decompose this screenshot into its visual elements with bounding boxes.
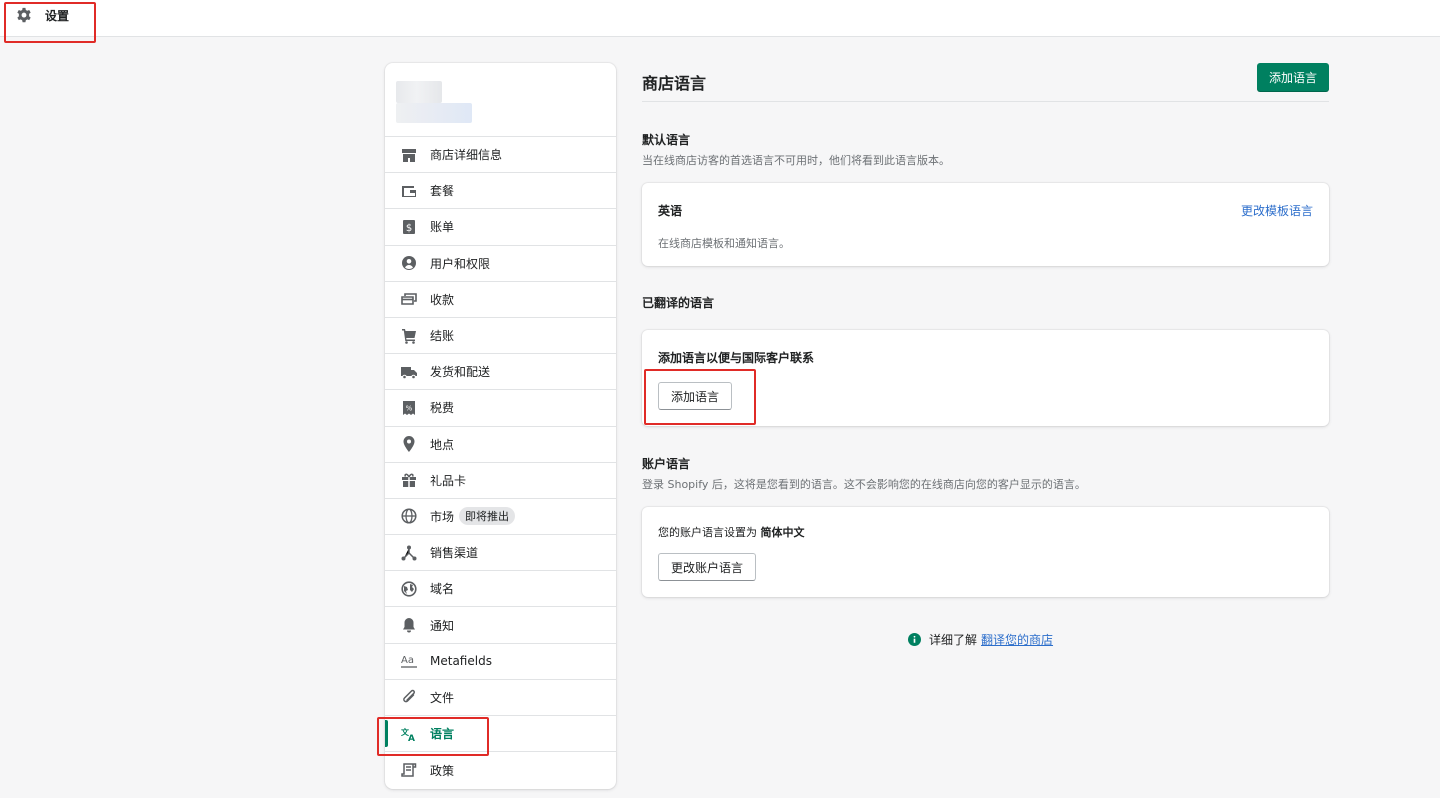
channels-icon	[401, 545, 417, 561]
metafields-icon: Aa	[401, 653, 417, 669]
sidebar-item-label: 账单	[430, 220, 455, 235]
plan-icon	[401, 183, 417, 199]
sidebar-item-files[interactable]: 文件	[385, 680, 616, 716]
sidebar-item-notifications[interactable]: 通知	[385, 607, 616, 644]
change-theme-language-link[interactable]: 更改模板语言	[1241, 202, 1313, 219]
sidebar-item-locations[interactable]: 地点	[385, 427, 616, 463]
account-language-title: 账户语言	[642, 457, 691, 471]
sidebar-item-label: 商店详细信息	[430, 148, 503, 163]
info-icon	[908, 633, 921, 646]
billing-icon: $	[401, 219, 417, 235]
sidebar-item-label: 通知	[430, 618, 455, 633]
add-language-prompt: 添加语言以便与国际客户联系	[658, 351, 815, 365]
default-language-title: 默认语言	[642, 133, 691, 147]
settings-sidebar: 商店详细信息 套餐 $ 账单 用户和权限 收款 结账 发货和配送 % 税费 地点…	[385, 63, 616, 789]
location-icon	[401, 436, 417, 453]
add-language-button[interactable]: 添加语言	[658, 382, 733, 410]
cart-icon	[401, 328, 417, 344]
translated-languages-card: 添加语言以便与国际客户联系 添加语言	[642, 330, 1329, 426]
svg-text:Aa: Aa	[401, 655, 414, 666]
store-name-blurred	[396, 103, 472, 123]
sidebar-item-store-details[interactable]: 商店详细信息	[385, 137, 616, 174]
store-logo-blurred	[396, 81, 442, 103]
domain-icon	[401, 581, 417, 597]
tax-icon: %	[401, 400, 417, 416]
sidebar-item-label: 收款	[430, 292, 455, 307]
sidebar-item-shipping[interactable]: 发货和配送	[385, 354, 616, 391]
account-language-value: 简体中文	[760, 526, 805, 539]
top-bar: 设置	[0, 0, 1440, 37]
sidebar-item-label: 结账	[430, 329, 455, 344]
sidebar-item-sales-channels[interactable]: 销售渠道	[385, 535, 616, 572]
sidebar-item-label: 域名	[430, 582, 455, 597]
sidebar-item-plan[interactable]: 套餐	[385, 173, 616, 210]
svg-text:%: %	[406, 404, 413, 412]
globe-icon	[401, 508, 417, 525]
sidebar-item-billing[interactable]: $ 账单	[385, 209, 616, 246]
sidebar-item-checkout[interactable]: 结账	[385, 318, 616, 355]
translate-icon: 文A	[401, 726, 417, 742]
sidebar-item-domains[interactable]: 域名	[385, 571, 616, 608]
sidebar-item-markets[interactable]: 市场 即将推出	[385, 499, 616, 536]
gift-icon	[401, 472, 417, 488]
paperclip-icon	[401, 689, 417, 705]
coming-soon-badge: 即将推出	[459, 507, 516, 526]
account-language-card: 您的账户语言设置为 简体中文 更改账户语言	[642, 507, 1329, 597]
store-header[interactable]	[385, 63, 616, 137]
translate-store-link[interactable]: 翻译您的商店	[981, 631, 1053, 648]
account-language-prefix: 您的账户语言设置为	[658, 526, 757, 539]
page-header-title: 设置	[45, 9, 70, 23]
sidebar-item-languages[interactable]: 文A 语言	[385, 716, 616, 753]
sidebar-item-gift-cards[interactable]: 礼品卡	[385, 463, 616, 499]
default-language-description: 在线商店模板和通知语言。	[658, 237, 790, 250]
change-account-language-button[interactable]: 更改账户语言	[658, 553, 757, 581]
sidebar-item-label: 礼品卡	[430, 473, 467, 488]
default-language-card: 英语 更改模板语言 在线商店模板和通知语言。	[642, 183, 1329, 266]
gear-icon	[17, 7, 31, 23]
account-language-text: 您的账户语言设置为 简体中文	[658, 524, 805, 540]
sidebar-item-policies[interactable]: 政策	[385, 752, 616, 788]
translated-languages-title: 已翻译的语言	[642, 296, 715, 310]
main-content: 商店语言 添加语言 默认语言 当在线商店访客的首选语言不可用时，他们将看到此语言…	[642, 63, 1329, 597]
sidebar-item-label: 发货和配送	[430, 365, 491, 380]
sidebar-item-taxes[interactable]: % 税费	[385, 390, 616, 427]
default-language-name: 英语	[658, 204, 683, 218]
page-header: 商店语言 添加语言	[642, 63, 1329, 102]
sidebar-item-label: 市场	[430, 509, 455, 524]
page-title: 商店语言	[642, 74, 707, 93]
sidebar-item-label: 税费	[430, 401, 455, 416]
sidebar-item-label: 文件	[430, 690, 455, 705]
account-language-subtitle: 登录 Shopify 后，这将是您看到的语言。这不会影响您的在线商店向您的客户显…	[642, 478, 1086, 491]
help-footer: 详细了解 翻译您的商店	[908, 631, 1053, 648]
user-icon	[401, 255, 417, 271]
help-prefix: 详细了解	[929, 633, 978, 647]
sidebar-item-label: 用户和权限	[430, 256, 491, 271]
sidebar-item-users[interactable]: 用户和权限	[385, 246, 616, 282]
sidebar-item-label: 地点	[430, 437, 455, 452]
sidebar-item-label: 政策	[430, 763, 455, 778]
svg-text:$: $	[406, 223, 412, 234]
policy-icon	[401, 762, 417, 778]
add-language-primary-button[interactable]: 添加语言	[1256, 63, 1329, 92]
sidebar-item-payments[interactable]: 收款	[385, 282, 616, 318]
sidebar-item-label: 套餐	[430, 184, 455, 199]
sidebar-item-metafields[interactable]: Aa Metafields	[385, 644, 616, 680]
svg-text:A: A	[408, 734, 415, 742]
sidebar-item-label: 语言	[430, 727, 455, 742]
store-icon	[401, 147, 417, 163]
sidebar-item-label: Metafields	[430, 654, 492, 669]
truck-icon	[401, 364, 417, 380]
payments-icon	[401, 291, 417, 307]
bell-icon	[401, 617, 417, 633]
sidebar-item-label: 销售渠道	[430, 546, 479, 561]
default-language-subtitle: 当在线商店访客的首选语言不可用时，他们将看到此语言版本。	[642, 154, 950, 167]
